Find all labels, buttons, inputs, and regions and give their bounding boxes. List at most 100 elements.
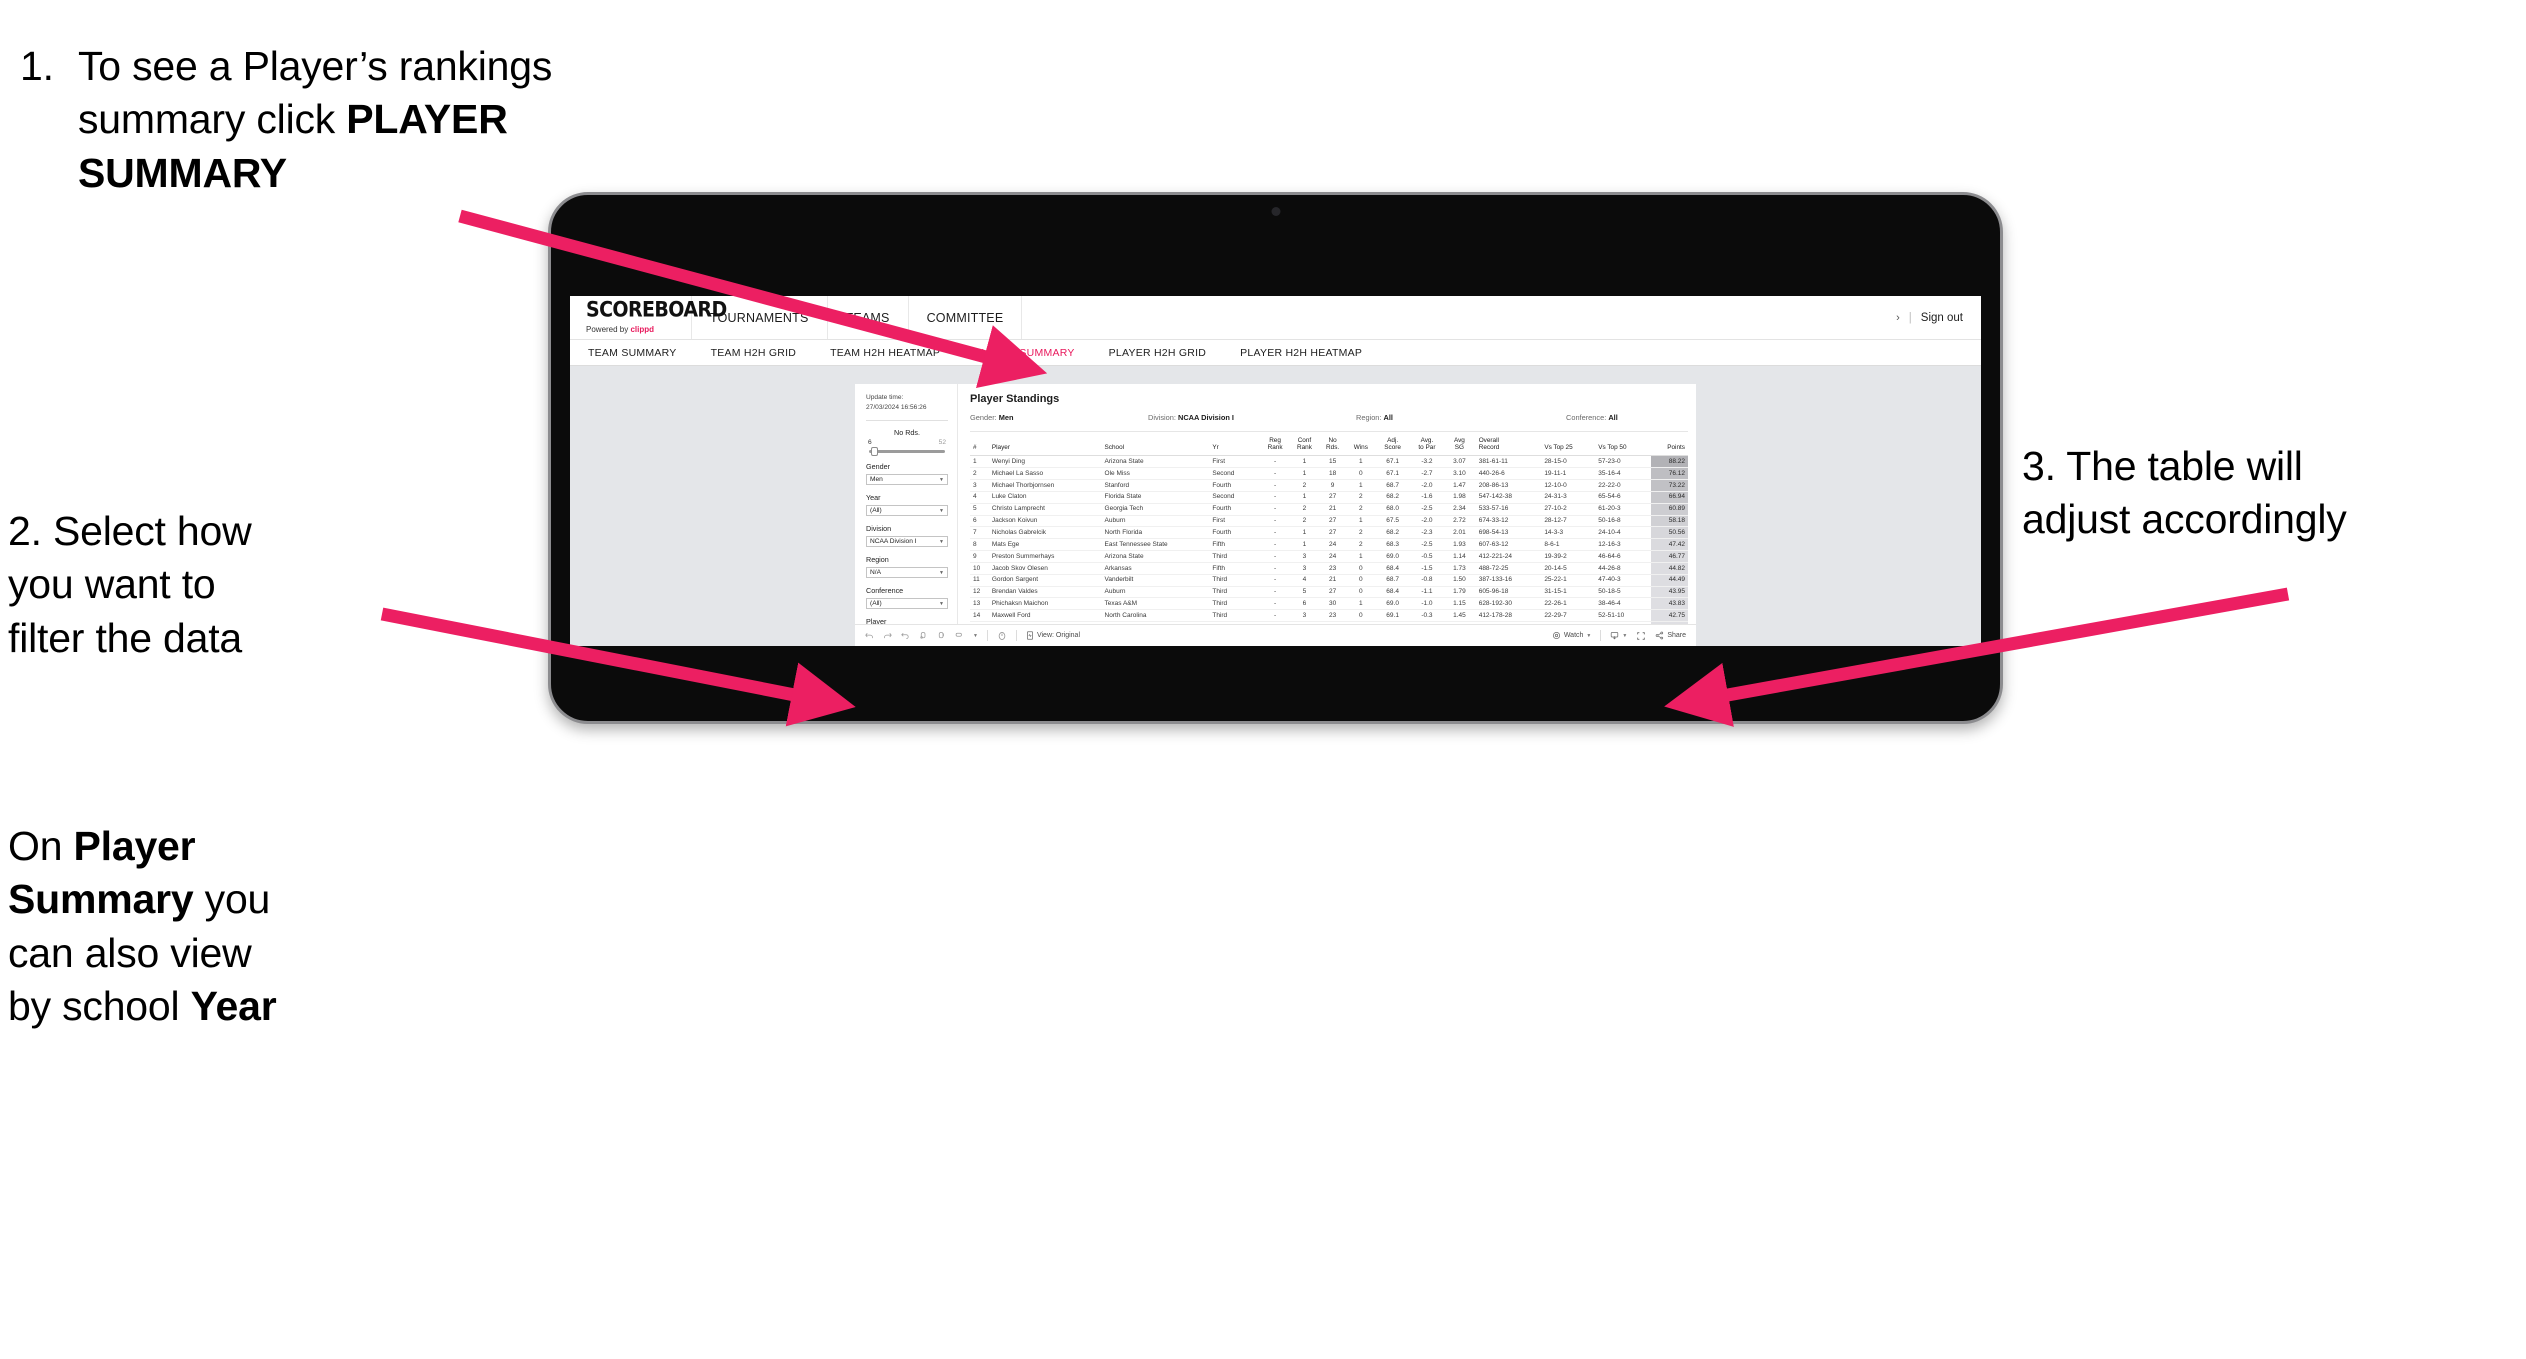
col-vs-top-50[interactable]: Vs Top 50 [1597,432,1652,457]
pause-icon[interactable] [937,631,946,640]
meta-conference: Conference: All [1566,413,1618,422]
table-row[interactable]: 11 Gordon Sargent Vanderbilt Third -4 21 0 68.7… [970,574,1688,587]
cell-school: Georgia Tech [1103,503,1212,516]
cell-yr: Fourth [1211,503,1261,516]
table-row[interactable]: 10 Jacob Skov Olesen Arkansas Fifth -3 23 0 68.… [970,562,1688,575]
cell-rank: 3 [970,479,991,492]
col-wins-l1: Wins [1353,444,1368,452]
col-points[interactable]: Points [1651,432,1688,457]
tab-player-h2h-grid[interactable]: PLAYER H2H GRID [1109,347,1207,359]
table-row[interactable]: 9 Preston Summerhays Arizona State Third -3 2… [970,550,1688,563]
cell-reg: - [1260,455,1290,469]
col-wins[interactable]: Wins [1346,432,1376,457]
watch-button[interactable]: Watch ▼ [1552,631,1591,640]
cell-school: Florida State [1103,491,1212,504]
chevron-down-icon: ▼ [939,600,944,607]
presentation-icon[interactable] [955,631,964,640]
col-adj-score[interactable]: Adj. Score [1375,432,1410,457]
meta-region-label: Region: [1356,413,1384,422]
cell-rank: 10 [970,562,991,575]
table-row[interactable]: 3 Michael Thorbjornsen Stanford Fourth -2 9 1 6… [970,479,1688,492]
table-row[interactable]: 12 Brendan Valdes Auburn Third -5 27 0 68.4 -1.1… [970,586,1688,599]
table-row[interactable]: 8 Mats Ege East Tennessee State Fifth -1 24 2 6… [970,538,1688,552]
cell-yr: Third [1211,609,1261,623]
col-conf-rank[interactable]: Conf Rank [1289,432,1320,457]
filter-region-select[interactable]: N/A ▼ [866,567,948,579]
annotation-note-seg4: you [193,876,271,923]
col-rank[interactable]: # [970,432,991,457]
cell-t50: 46-64-6 [1597,550,1652,563]
filter-year-select[interactable]: (All) ▼ [866,505,948,517]
cell-t50: 50-18-5 [1597,586,1652,599]
table-row[interactable]: 13 Phichaksn Maichon Texas A&M Third -6 30 1 69… [970,597,1688,611]
annotation-step-2: 2. Select how you want to filter the dat… [8,505,428,665]
chevron-down-icon: ▼ [939,507,944,514]
table-row[interactable]: 7 Nicholas Gabrelcik North Florida Fourth -1… [970,526,1688,540]
col-vs-top-25[interactable]: Vs Top 25 [1543,432,1598,457]
share-button[interactable]: Share [1655,631,1686,640]
col-player[interactable]: Player [990,432,1104,457]
cell-sg: 3.07 [1444,455,1475,469]
nav-item-committee[interactable]: COMMITTEE [909,296,1023,339]
filter-conference-select[interactable]: (All) ▼ [866,598,948,610]
cell-rank: 14 [970,609,991,623]
undo-icon[interactable] [865,631,874,640]
cell-reg: - [1260,574,1290,587]
redo-icon[interactable] [883,631,892,640]
revert-icon[interactable] [901,631,910,640]
col-avg-to-par[interactable]: Avg. to Par [1409,432,1445,457]
cell-pts: 44.49 [1651,574,1688,587]
refresh-icon[interactable] [919,631,928,640]
download-button[interactable]: ▼ [1610,631,1627,640]
cell-adj: 68.4 [1375,562,1410,575]
tab-player-h2h-heatmap[interactable]: PLAYER H2H HEATMAP [1240,347,1362,359]
table-row[interactable]: 6 Jackson Koivun Auburn First -2 27 1 67.5 -2.0 2… [970,515,1688,528]
cell-yr: Fourth [1211,479,1261,492]
col-avg-sg[interactable]: Avg SG [1444,432,1475,457]
tab-player-summary[interactable]: PLAYER SUMMARY [974,347,1075,359]
annotation-step-2-line2: you want to [8,561,216,608]
annotation-step-2-note: On Player Summary you can also view by s… [8,820,438,1033]
col-yr[interactable]: Yr [1211,432,1261,457]
filter-gender-value: Men [870,476,883,484]
filter-division-select[interactable]: NCAA Division I ▼ [866,536,948,548]
annotation-step-1-number: 1. [20,43,54,89]
tab-team-summary[interactable]: TEAM SUMMARY [588,347,677,359]
table-row[interactable]: 14 Maxwell Ford North Carolina Third -3 23 0 69… [970,609,1688,623]
history-icon[interactable] [997,631,1007,641]
col-school[interactable]: School [1103,432,1212,457]
annotation-step-3-line1: 3. The table will [2022,443,2303,489]
no-rounds-slider-handle[interactable] [871,447,878,457]
tab-team-h2h-grid[interactable]: TEAM H2H GRID [711,347,797,359]
nav-item-teams[interactable]: TEAMS [828,296,909,339]
table-header-row: # Player School Yr Reg Rank Conf Rank No Rd… [970,432,1688,457]
filter-division-value: NCAA Division I [870,538,917,546]
col-no-rds[interactable]: No Rds. [1319,432,1347,457]
cell-player: Nicholas Gabrelcik [990,526,1104,540]
table-row[interactable]: 1 Wenyi Ding Arizona State First -1 15 1 67.1 -3… [970,455,1688,469]
table-row[interactable]: 2 Michael La Sasso Ole Miss Second -1 18 0 67.1… [970,467,1688,481]
cell-player: Christo Lamprecht [990,503,1104,516]
chevron-right-icon[interactable]: › [1896,312,1900,324]
chevron-down-icon: ▼ [939,476,944,483]
filter-gender-select[interactable]: Men ▼ [866,474,948,486]
cell-t50: 22-22-0 [1597,479,1652,492]
sign-out-link[interactable]: Sign out [1921,312,1963,324]
table-row[interactable]: 4 Luke Claton Florida State Second -1 27 2 68.2… [970,491,1688,504]
col-overall-record[interactable]: Overall Record [1474,432,1544,457]
cell-par: -2.3 [1409,526,1445,540]
fullscreen-icon[interactable] [1636,631,1646,641]
cell-school: Ole Miss [1103,467,1212,481]
col-reg-l2: Rank [1267,444,1283,452]
cell-wins: 2 [1346,538,1376,552]
table-row[interactable]: 5 Christo Lamprecht Georgia Tech Fourth -2 21… [970,503,1688,516]
chevron-down-icon[interactable]: ▼ [973,633,978,639]
view-original-button[interactable]: View: Original [1026,631,1080,640]
cell-sg: 1.47 [1444,479,1475,492]
cell-t50: 50-16-8 [1597,515,1652,528]
filter-conference-value: (All) [870,600,882,608]
col-reg-rank[interactable]: Reg Rank [1260,432,1290,457]
tab-team-h2h-heatmap[interactable]: TEAM H2H HEATMAP [830,347,940,359]
no-rounds-slider-track[interactable] [869,447,945,457]
cell-reg: - [1260,562,1290,575]
